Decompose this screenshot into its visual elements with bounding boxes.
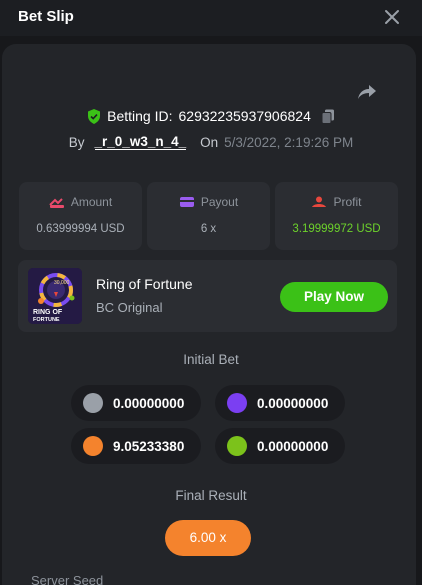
final-result-badge: 6.00 x	[165, 520, 251, 556]
modal-title: Bet Slip	[18, 8, 74, 25]
game-thumbnail[interactable]: 30,000 RING OF FORTUNE	[28, 268, 82, 324]
shield-check-icon	[88, 108, 101, 124]
profit-label: Profit	[333, 195, 362, 209]
wallet-icon	[179, 197, 194, 207]
close-icon[interactable]	[384, 9, 400, 25]
server-seed-label: Server Seed	[31, 573, 104, 585]
on-label: On	[200, 134, 219, 150]
bet-chip-amount: 9.05233380	[113, 438, 185, 454]
bet-chip-green: 0.00000000	[215, 428, 345, 464]
betting-id-label: Betting ID:	[107, 108, 173, 124]
amount-label: Amount	[70, 195, 113, 209]
amount-value: 0.63999994 USD	[36, 223, 125, 235]
profit-icon	[312, 196, 327, 207]
profit-value: 3.19999972 USD	[292, 223, 381, 235]
amount-stat: Amount 0.63999994 USD	[19, 182, 142, 250]
purple-dot-icon	[227, 393, 247, 413]
initial-bet-label: Initial Bet	[183, 352, 239, 367]
game-provider: BC Original	[96, 300, 163, 315]
payout-stat: Payout 6 x	[147, 182, 270, 250]
gray-dot-icon	[83, 393, 103, 413]
copy-icon[interactable]	[321, 109, 335, 124]
coins-icon	[49, 198, 64, 208]
modal-header: Bet Slip	[0, 0, 422, 36]
green-dot-icon	[227, 436, 247, 456]
bet-chip-orange: 9.05233380	[71, 428, 201, 464]
thumb-title-top: RING OF	[33, 309, 63, 316]
bet-datetime: 5/3/2022, 2:19:26 PM	[224, 134, 354, 150]
thumb-title-bottom: FORTUNE	[33, 317, 60, 323]
share-icon[interactable]	[356, 82, 378, 102]
ring-of-fortune-logo: 30,000 RING OF FORTUNE	[28, 268, 82, 324]
game-name: Ring of Fortune	[96, 276, 193, 292]
bet-author-row: By _r_0_w3_n_4_ On 5/3/2022, 2:19:26 PM	[0, 134, 422, 150]
game-card: 30,000 RING OF FORTUNE Ring of Fortune B…	[18, 260, 397, 332]
betting-id-row: Betting ID: 62932235937906824	[0, 108, 422, 124]
betting-id-value: 62932235937906824	[178, 108, 311, 124]
play-now-button[interactable]: Play Now	[280, 282, 388, 312]
payout-value: 6 x	[200, 223, 217, 235]
username-link[interactable]: _r_0_w3_n_4_	[94, 134, 187, 150]
final-result-label: Final Result	[175, 488, 247, 503]
by-label: By	[68, 134, 85, 150]
bet-chip-gray: 0.00000000	[71, 385, 201, 421]
payout-label: Payout	[200, 195, 239, 209]
profit-stat: Profit 3.19999972 USD	[275, 182, 398, 250]
bet-chip-amount: 0.00000000	[113, 395, 185, 411]
thumb-badge: 30,000	[54, 280, 70, 286]
bet-chip-amount: 0.00000000	[257, 438, 329, 454]
bet-chip-purple: 0.00000000	[215, 385, 345, 421]
orange-dot-icon	[83, 436, 103, 456]
bet-chip-amount: 0.00000000	[257, 395, 329, 411]
